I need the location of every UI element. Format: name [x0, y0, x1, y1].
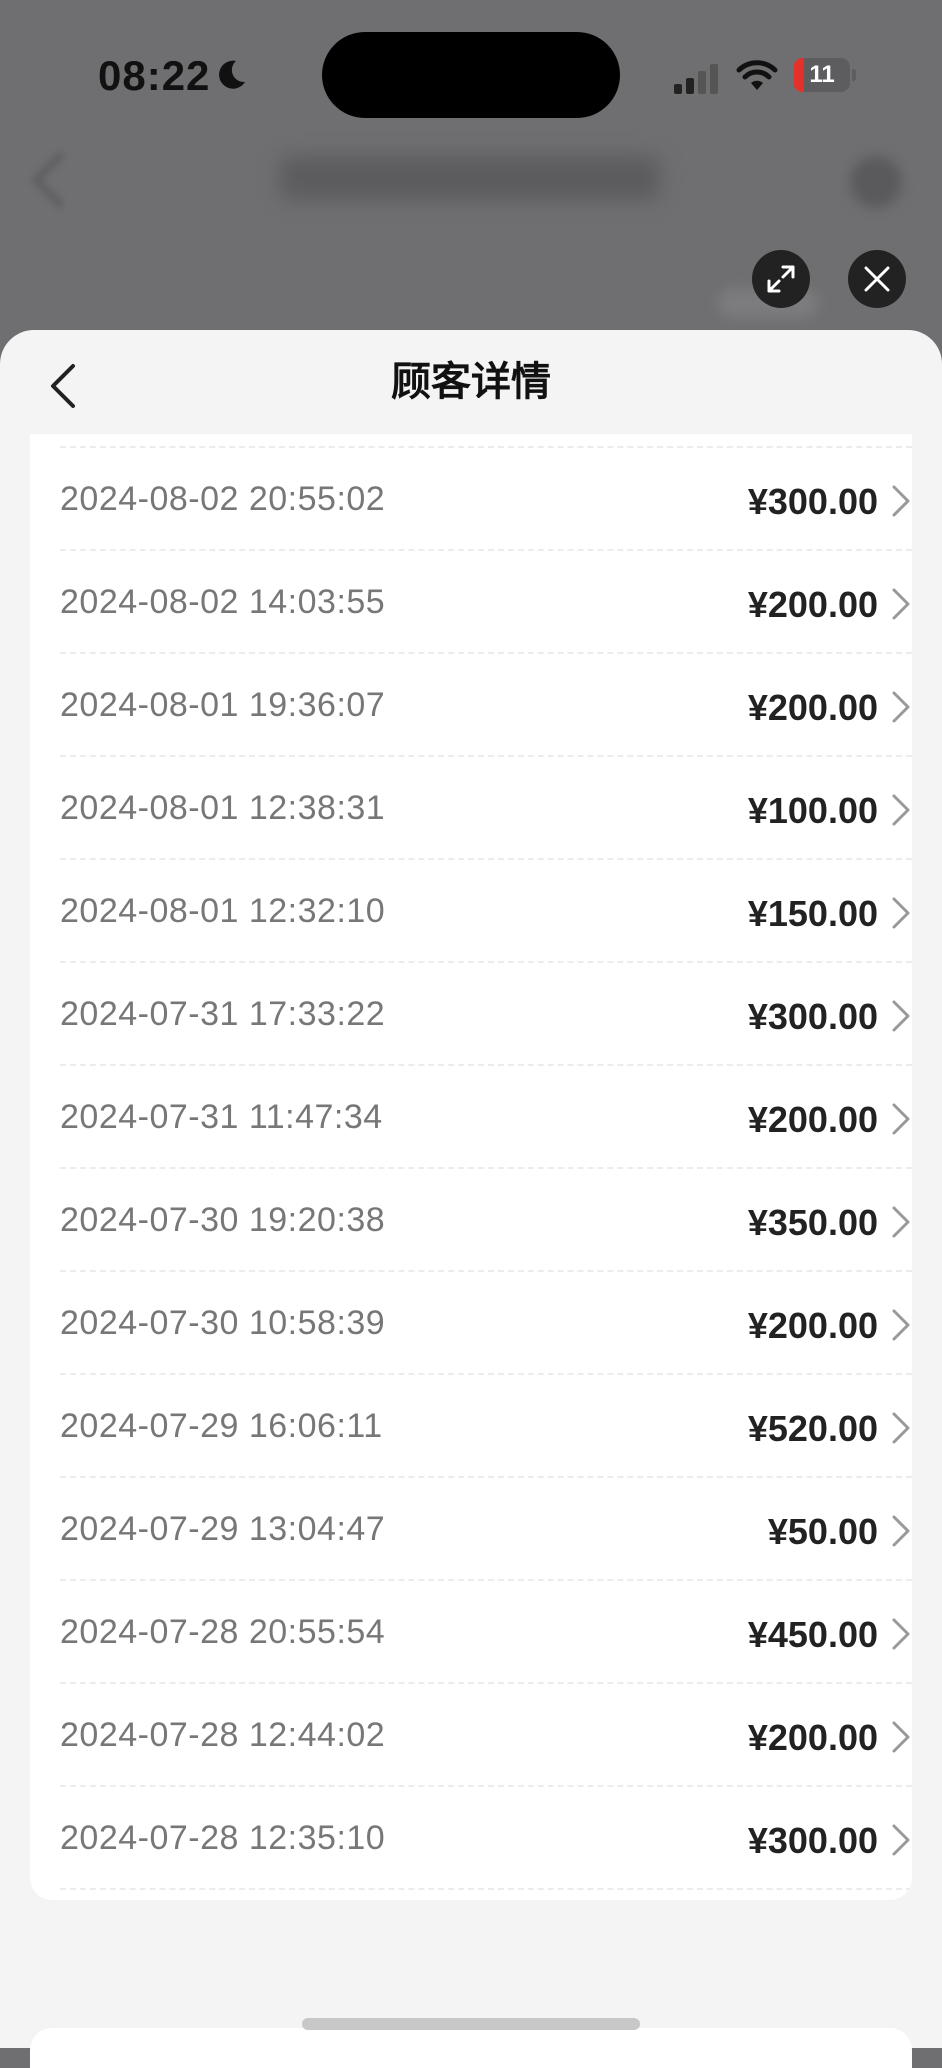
transaction-amount: ¥350.00: [747, 1202, 878, 1243]
transaction-row[interactable]: 2024-07-31 11:47:34 ¥200.00: [60, 1064, 912, 1167]
transaction-amount: ¥200.00: [747, 1305, 878, 1346]
transaction-amount: ¥200.00: [747, 584, 878, 625]
transaction-amount: ¥200.00: [747, 1717, 878, 1758]
transaction-time: 2024-08-02 20:55:02: [60, 480, 386, 518]
expand-icon: [767, 265, 795, 293]
chevron-right-icon: [892, 1824, 910, 1856]
transaction-time: 2024-08-02 14:03:55: [60, 583, 386, 621]
transaction-amount: ¥50.00: [767, 1511, 878, 1552]
battery-level: 11: [809, 61, 835, 88]
status-bar: 08:22 11: [0, 0, 942, 150]
transaction-row[interactable]: 2024-07-31 17:33:22 ¥300.00: [60, 961, 912, 1064]
transaction-amount: ¥520.00: [747, 1408, 878, 1449]
transaction-row[interactable]: 2024-07-28 11:05:06 ¥520.00: [60, 1888, 912, 1900]
wifi-icon: [736, 60, 778, 90]
transaction-time: 2024-07-28 20:55:54: [60, 1613, 386, 1651]
transaction-amount: ¥300.00: [747, 996, 878, 1037]
transaction-amount: ¥200.00: [747, 1099, 878, 1140]
transaction-amount: ¥450.00: [747, 1614, 878, 1655]
signal-icon: [674, 64, 718, 94]
chevron-right-icon: [892, 1618, 910, 1650]
dynamic-island: [322, 32, 620, 118]
transaction-row[interactable]: 2024-08-01 12:32:10 ¥150.00: [60, 858, 912, 961]
transaction-time: 2024-07-28 12:44:02: [60, 1716, 386, 1754]
transaction-amount: ¥300.00: [747, 481, 878, 522]
home-indicator[interactable]: [302, 2018, 640, 2030]
background-menu-icon: [850, 156, 902, 208]
transaction-row[interactable]: 2024-07-30 19:20:38 ¥350.00: [60, 1167, 912, 1270]
transaction-time: 2024-07-30 10:58:39: [60, 1304, 386, 1342]
back-button[interactable]: [34, 358, 90, 414]
transaction-row[interactable]: 2024-07-28 12:44:02 ¥200.00: [60, 1682, 912, 1785]
chevron-right-icon: [892, 485, 910, 517]
transaction-row[interactable]: 2024-08-02 14:03:55 ¥200.00: [60, 549, 912, 652]
customer-detail-sheet: 顾客详情 2024-08-02 20:55:02 ¥300.00 2024-08-0…: [0, 330, 942, 2068]
chevron-left-icon: [51, 364, 75, 408]
transaction-row[interactable]: 2024-07-28 12:35:10 ¥300.00: [60, 1785, 912, 1888]
transaction-time: 2024-08-01 12:38:31: [60, 789, 386, 827]
chevron-right-icon: [892, 1000, 910, 1032]
chevron-right-icon: [892, 897, 910, 929]
transaction-time: 2024-08-01 12:32:10: [60, 892, 386, 930]
background-title: [280, 156, 660, 200]
sheet-header: 顾客详情: [0, 330, 942, 434]
close-icon: [864, 266, 890, 292]
transaction-row[interactable]: 2024-08-01 12:38:31 ¥100.00: [60, 755, 912, 858]
transaction-time: 2024-07-29 13:04:47: [60, 1510, 386, 1548]
transaction-amount: ¥200.00: [747, 687, 878, 728]
close-button[interactable]: [848, 250, 906, 308]
transaction-time: 2024-07-31 17:33:22: [60, 995, 386, 1033]
chevron-right-icon: [892, 1412, 910, 1444]
transaction-amount: ¥100.00: [747, 790, 878, 831]
transaction-row[interactable]: 2024-08-02 20:55:02 ¥300.00: [60, 446, 912, 549]
transaction-time: 2024-07-29 16:06:11: [60, 1407, 383, 1445]
moon-icon: [219, 60, 245, 89]
chevron-right-icon: [892, 1721, 910, 1753]
background-back-icon: [31, 151, 89, 209]
chevron-right-icon: [892, 1206, 910, 1238]
transaction-amount: ¥300.00: [747, 1820, 878, 1861]
transaction-time: 2024-07-31 11:47:34: [60, 1098, 383, 1136]
transaction-amount: ¥520.00: [748, 1892, 878, 1900]
transaction-row[interactable]: 2024-07-28 20:55:54 ¥450.00: [60, 1579, 912, 1682]
transaction-time: 2024-07-30 19:20:38: [60, 1201, 386, 1239]
chevron-right-icon: [892, 1309, 910, 1341]
transaction-list: 2024-08-02 20:55:02 ¥300.00 2024-08-02 14:…: [60, 446, 912, 1900]
chevron-right-icon: [892, 1515, 910, 1547]
transaction-row[interactable]: 2024-07-30 10:58:39 ¥200.00: [60, 1270, 912, 1373]
transaction-card: 2024-08-02 20:55:02 ¥300.00 2024-08-02 14:…: [30, 434, 912, 1900]
next-card: [30, 2028, 912, 2068]
chevron-right-icon: [892, 794, 910, 826]
expand-button[interactable]: [752, 250, 810, 308]
transaction-time: 2024-07-28 11:05:06: [60, 1890, 383, 1900]
status-time: 08:22: [98, 52, 211, 99]
transaction-row[interactable]: 2024-08-01 19:36:07 ¥200.00: [60, 652, 912, 755]
chevron-right-icon: [892, 1103, 910, 1135]
transaction-amount: ¥150.00: [747, 893, 878, 934]
transaction-row[interactable]: 2024-07-29 16:06:11 ¥520.00: [60, 1373, 912, 1476]
chevron-right-icon: [892, 588, 910, 620]
transaction-time: 2024-07-28 12:35:10: [60, 1819, 386, 1857]
battery-indicator: 11: [794, 58, 856, 92]
transaction-row[interactable]: 2024-07-29 13:04:47 ¥50.00: [60, 1476, 912, 1579]
transaction-time: 2024-08-01 19:36:07: [60, 686, 386, 724]
sheet-title: 顾客详情: [391, 360, 551, 404]
chevron-right-icon: [892, 691, 910, 723]
